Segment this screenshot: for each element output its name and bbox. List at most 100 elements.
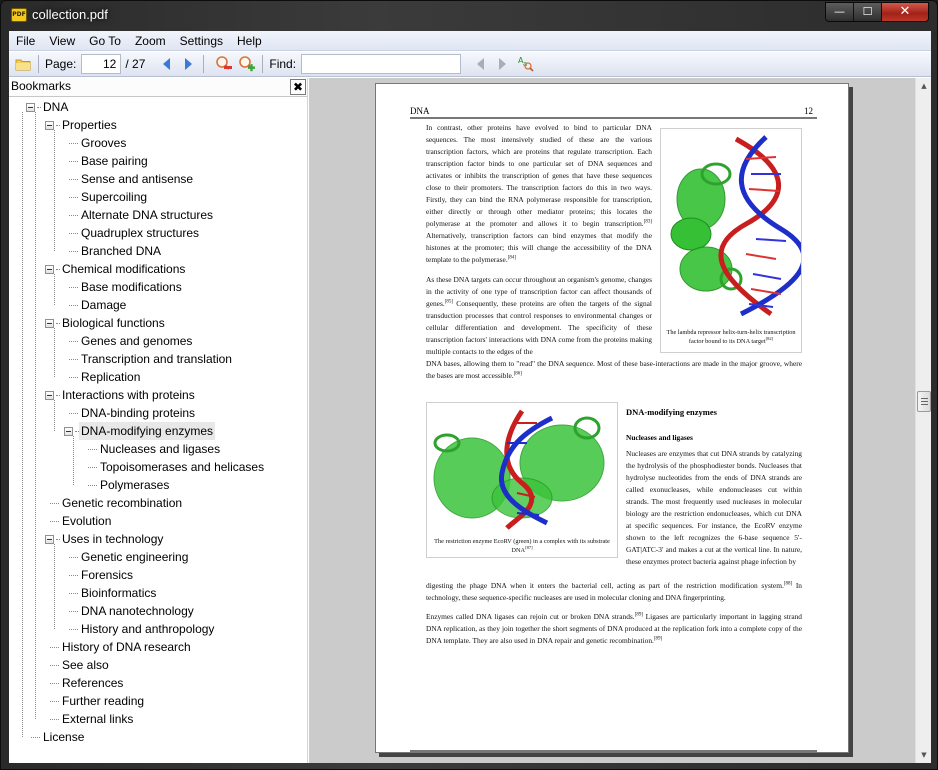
paragraph-transcription-factors: In contrast, other proteins have evolved…	[426, 123, 652, 264]
bookmark-item[interactable]: Further reading	[60, 692, 146, 710]
collapse-toggle-icon[interactable]	[64, 427, 73, 436]
zoom-out-icon[interactable]	[215, 55, 233, 73]
citation-marker[interactable]: [88]	[784, 582, 792, 587]
bookmark-item[interactable]: License	[41, 728, 86, 746]
bookmark-item[interactable]: DNA nanotechnology	[79, 602, 196, 620]
find-label: Find:	[269, 57, 297, 71]
bookmark-item[interactable]: Branched DNA	[79, 242, 163, 260]
citation-marker[interactable]: [89]	[654, 637, 662, 642]
bookmark-item[interactable]: Bioinformatics	[79, 584, 158, 602]
bookmark-item[interactable]: DNA-binding proteins	[79, 404, 197, 422]
title-bar[interactable]: PDF collection.pdf — ☐ ✕	[1, 1, 937, 30]
citation-marker[interactable]: [87]	[525, 545, 533, 550]
bookmark-item[interactable]: Genes and genomes	[79, 332, 194, 350]
bookmarks-panel: Bookmarks ✖ DNA Properties Grooves Base pai…	[9, 78, 308, 763]
bookmark-item[interactable]: Topoisomerases and helicases	[98, 458, 266, 476]
tree-connector	[88, 449, 97, 450]
document-viewer[interactable]: DNA 12 In contrast, other proteins have …	[309, 78, 915, 763]
bookmark-item[interactable]: Uses in technology	[60, 530, 165, 548]
bookmark-item[interactable]: References	[60, 674, 125, 692]
bookmark-item[interactable]: Damage	[79, 296, 128, 314]
bookmark-item[interactable]: Evolution	[60, 512, 113, 530]
bookmark-item[interactable]: Base modifications	[79, 278, 184, 296]
tree-guide-line	[54, 328, 55, 377]
scroll-down-icon[interactable]: ▼	[916, 747, 932, 763]
match-case-icon[interactable]: Aa	[517, 55, 535, 73]
running-header: DNA	[410, 106, 430, 116]
menu-view[interactable]: View	[42, 31, 82, 50]
tree-connector	[69, 287, 78, 288]
scroll-thumb[interactable]	[917, 391, 931, 413]
paragraph-ligases: Enzymes called DNA ligases can rejoin cu…	[426, 612, 802, 645]
bookmark-item[interactable]: Polymerases	[98, 476, 171, 494]
tree-connector	[69, 575, 78, 576]
bookmark-item[interactable]: Sense and antisense	[79, 170, 195, 188]
bookmark-item[interactable]: Genetic recombination	[60, 494, 184, 512]
find-input[interactable]	[301, 54, 462, 74]
collapse-toggle-icon[interactable]	[45, 265, 54, 274]
menu-settings[interactable]: Settings	[173, 31, 230, 50]
vertical-scrollbar[interactable]: ▲ ▼	[915, 78, 931, 763]
figure-ecorv-caption: The restriction enzyme EcoRV (green) in …	[434, 538, 610, 554]
menu-help[interactable]: Help	[230, 31, 269, 50]
citation-marker[interactable]: [89]	[635, 613, 643, 618]
citation-marker[interactable]: [85]	[445, 300, 453, 305]
bookmark-item[interactable]: Transcription and translation	[79, 350, 234, 368]
menu-file[interactable]: File	[9, 31, 42, 50]
ecorv-image	[433, 409, 605, 530]
paragraph-dna-targets: As these DNA targets can occur throughou…	[426, 275, 652, 356]
bookmark-item[interactable]: Properties	[60, 116, 119, 134]
bookmark-item[interactable]: Alternate DNA structures	[79, 206, 215, 224]
bookmark-item[interactable]: See also	[60, 656, 111, 674]
close-bookmarks-button[interactable]: ✖	[290, 79, 306, 95]
find-next-icon[interactable]	[493, 55, 511, 73]
close-window-button[interactable]: ✕	[882, 3, 928, 21]
bookmark-item[interactable]: External links	[60, 710, 135, 728]
prev-page-icon[interactable]	[157, 55, 175, 73]
zoom-in-icon[interactable]	[238, 55, 256, 73]
subsection-heading: Nucleases and ligases	[626, 433, 693, 442]
collapse-toggle-icon[interactable]	[45, 391, 54, 400]
minimize-button[interactable]: —	[826, 3, 854, 21]
collapse-toggle-icon[interactable]	[26, 103, 35, 112]
citation-marker[interactable]: [83]	[644, 220, 652, 225]
menu-zoom[interactable]: Zoom	[128, 31, 173, 50]
bookmark-item[interactable]: History of DNA research	[60, 638, 193, 656]
menu-go-to[interactable]: Go To	[82, 31, 128, 50]
page-number-input[interactable]: 12	[81, 54, 122, 74]
collapse-toggle-icon[interactable]	[45, 535, 54, 544]
bookmark-item[interactable]: Nucleases and ligases	[98, 440, 222, 458]
tree-connector	[50, 647, 59, 648]
bookmark-item[interactable]: Quadruplex structures	[79, 224, 201, 242]
bookmark-item[interactable]: Biological functions	[60, 314, 167, 332]
tree-connector	[88, 467, 97, 468]
bookmark-item[interactable]: Base pairing	[79, 152, 150, 170]
maximize-button[interactable]: ☐	[854, 3, 882, 21]
citation-marker[interactable]: [84]	[508, 256, 516, 261]
bookmark-item[interactable]: Supercoiling	[79, 188, 149, 206]
bookmark-item[interactable]: History and anthropology	[79, 620, 216, 638]
collapse-toggle-icon[interactable]	[45, 121, 54, 130]
bookmark-item[interactable]: Replication	[79, 368, 142, 386]
bookmark-item[interactable]: DNA-modifying enzymes	[79, 422, 216, 440]
pdf-page: DNA 12 In contrast, other proteins have …	[375, 83, 849, 753]
next-page-icon[interactable]	[179, 55, 197, 73]
citation-marker[interactable]: [86]	[514, 372, 522, 377]
open-folder-icon[interactable]	[14, 55, 32, 73]
citation-marker[interactable]: [82]	[766, 336, 774, 341]
bookmark-item[interactable]: Interactions with proteins	[60, 386, 197, 404]
tree-guide-line	[54, 274, 55, 305]
toolbar-separator	[203, 55, 205, 73]
tree-connector	[69, 197, 78, 198]
bookmark-item[interactable]: DNA	[41, 98, 70, 116]
find-prev-icon[interactable]	[471, 55, 489, 73]
tree-guide-line	[54, 400, 55, 431]
bookmark-item[interactable]: Chemical modifications	[60, 260, 187, 278]
tree-guide-line	[54, 544, 55, 629]
bookmark-item[interactable]: Forensics	[79, 566, 135, 584]
collapse-toggle-icon[interactable]	[45, 319, 54, 328]
bookmark-item[interactable]: Grooves	[79, 134, 128, 152]
bookmark-item[interactable]: Genetic engineering	[79, 548, 190, 566]
tree-connector	[69, 161, 78, 162]
scroll-up-icon[interactable]: ▲	[916, 78, 932, 94]
